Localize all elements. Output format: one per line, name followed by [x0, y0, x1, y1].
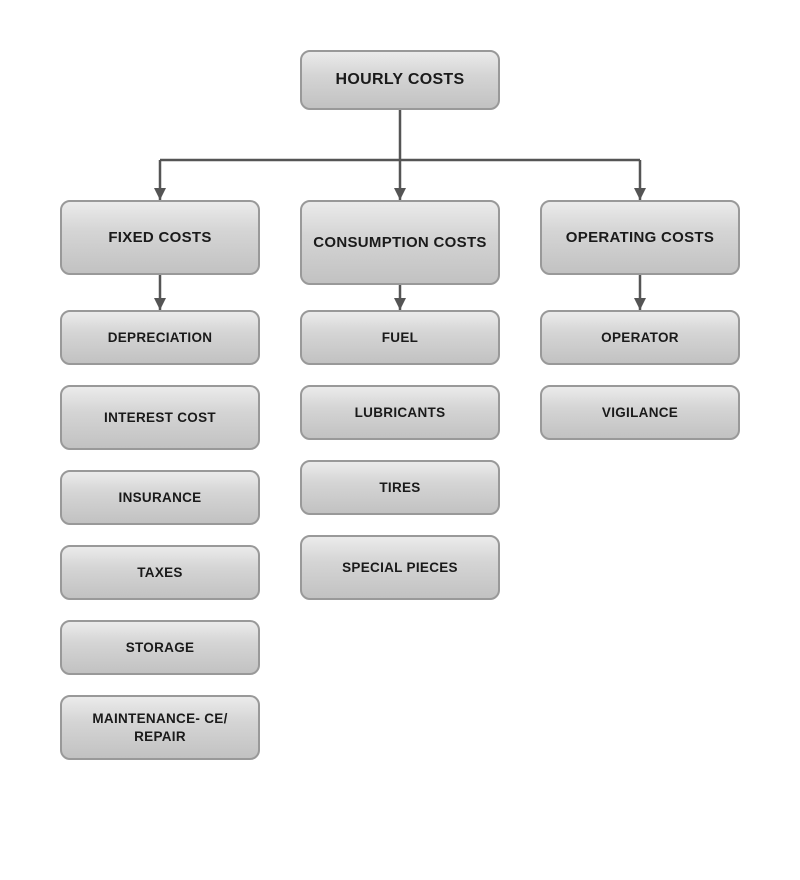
operator-node: OPERATOR	[540, 310, 740, 365]
diagram-container: HOURLY COSTS FIXED COSTS CONSUMPTION COS…	[10, 0, 790, 880]
consumption-costs-node: CONSUMPTION COSTS	[300, 200, 500, 285]
root-node: HOURLY COSTS	[300, 50, 500, 110]
fuel-node: FUEL	[300, 310, 500, 365]
operating-costs-node: OPERATING COSTS	[540, 200, 740, 275]
interest-cost-node: INTEREST COST	[60, 385, 260, 450]
vigilance-node: VIGILANCE	[540, 385, 740, 440]
depreciation-node: DEPRECIATION	[60, 310, 260, 365]
storage-node: STORAGE	[60, 620, 260, 675]
maintenance-node: MAINTENANCE- CE/ REPAIR	[60, 695, 260, 760]
taxes-node: TAXES	[60, 545, 260, 600]
insurance-node: INSURANCE	[60, 470, 260, 525]
tires-node: TIRES	[300, 460, 500, 515]
lubricants-node: LUBRICANTS	[300, 385, 500, 440]
diagram-inner: HOURLY COSTS FIXED COSTS CONSUMPTION COS…	[30, 30, 770, 850]
fixed-costs-node: FIXED COSTS	[60, 200, 260, 275]
special-pieces-node: SPECIAL PIECES	[300, 535, 500, 600]
